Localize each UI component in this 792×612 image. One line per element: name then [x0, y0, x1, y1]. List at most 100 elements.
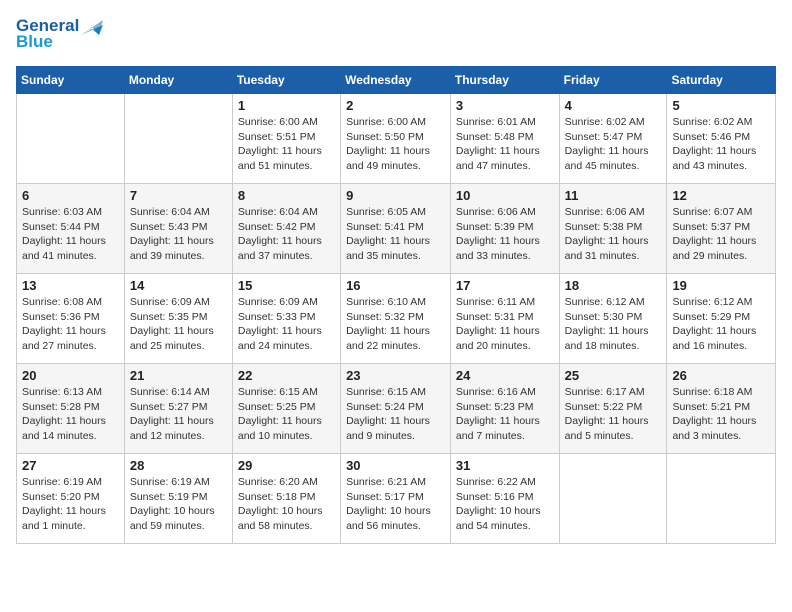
day-info: Sunrise: 6:13 AMSunset: 5:28 PMDaylight:…: [22, 385, 119, 444]
calendar-cell: 28 Sunrise: 6:19 AMSunset: 5:19 PMDayligh…: [124, 454, 232, 544]
day-header-wednesday: Wednesday: [341, 67, 451, 94]
day-number: 14: [130, 278, 227, 293]
calendar-header-row: SundayMondayTuesdayWednesdayThursdayFrid…: [17, 67, 776, 94]
day-number: 15: [238, 278, 335, 293]
calendar-cell: 14 Sunrise: 6:09 AMSunset: 5:35 PMDayligh…: [124, 274, 232, 364]
day-info: Sunrise: 6:04 AMSunset: 5:42 PMDaylight:…: [238, 205, 335, 264]
day-number: 4: [565, 98, 662, 113]
logo: General Blue: [16, 16, 103, 52]
day-info: Sunrise: 6:22 AMSunset: 5:16 PMDaylight:…: [456, 475, 554, 534]
calendar-cell: 13 Sunrise: 6:08 AMSunset: 5:36 PMDayligh…: [17, 274, 125, 364]
calendar-cell: 5 Sunrise: 6:02 AMSunset: 5:46 PMDaylight…: [667, 94, 776, 184]
day-info: Sunrise: 6:12 AMSunset: 5:30 PMDaylight:…: [565, 295, 662, 354]
logo-text-block: General Blue: [16, 16, 103, 52]
day-info: Sunrise: 6:01 AMSunset: 5:48 PMDaylight:…: [456, 115, 554, 174]
calendar-cell: 7 Sunrise: 6:04 AMSunset: 5:43 PMDaylight…: [124, 184, 232, 274]
calendar-cell: 25 Sunrise: 6:17 AMSunset: 5:22 PMDayligh…: [559, 364, 667, 454]
day-info: Sunrise: 6:19 AMSunset: 5:20 PMDaylight:…: [22, 475, 119, 534]
day-header-thursday: Thursday: [450, 67, 559, 94]
day-info: Sunrise: 6:17 AMSunset: 5:22 PMDaylight:…: [565, 385, 662, 444]
day-number: 28: [130, 458, 227, 473]
day-info: Sunrise: 6:10 AMSunset: 5:32 PMDaylight:…: [346, 295, 445, 354]
day-info: Sunrise: 6:11 AMSunset: 5:31 PMDaylight:…: [456, 295, 554, 354]
day-number: 24: [456, 368, 554, 383]
calendar-table: SundayMondayTuesdayWednesdayThursdayFrid…: [16, 66, 776, 544]
day-info: Sunrise: 6:09 AMSunset: 5:35 PMDaylight:…: [130, 295, 227, 354]
calendar-cell: 30Sunrise: 6:21 AMSunset: 5:17 PMDayligh…: [341, 454, 451, 544]
day-info: Sunrise: 6:08 AMSunset: 5:36 PMDaylight:…: [22, 295, 119, 354]
calendar-cell: 17 Sunrise: 6:11 AMSunset: 5:31 PMDayligh…: [450, 274, 559, 364]
day-info: Sunrise: 6:15 AMSunset: 5:25 PMDaylight:…: [238, 385, 335, 444]
calendar-cell: 24 Sunrise: 6:16 AMSunset: 5:23 PMDayligh…: [450, 364, 559, 454]
day-number: 10: [456, 188, 554, 203]
day-number: 25: [565, 368, 662, 383]
calendar-cell: 16 Sunrise: 6:10 AMSunset: 5:32 PMDayligh…: [341, 274, 451, 364]
day-header-saturday: Saturday: [667, 67, 776, 94]
day-info: Sunrise: 6:09 AMSunset: 5:33 PMDaylight:…: [238, 295, 335, 354]
calendar-cell: [667, 454, 776, 544]
calendar-cell: 31 Sunrise: 6:22 AMSunset: 5:16 PMDayligh…: [450, 454, 559, 544]
calendar-cell: 18 Sunrise: 6:12 AMSunset: 5:30 PMDayligh…: [559, 274, 667, 364]
day-info: Sunrise: 6:06 AMSunset: 5:39 PMDaylight:…: [456, 205, 554, 264]
day-info: Sunrise: 6:16 AMSunset: 5:23 PMDaylight:…: [456, 385, 554, 444]
calendar-week-row: 1 Sunrise: 6:00 AMSunset: 5:51 PMDaylight…: [17, 94, 776, 184]
calendar-cell: 6Sunrise: 6:03 AMSunset: 5:44 PMDaylight…: [17, 184, 125, 274]
calendar-cell: 9Sunrise: 6:05 AMSunset: 5:41 PMDaylight…: [341, 184, 451, 274]
calendar-cell: 1 Sunrise: 6:00 AMSunset: 5:51 PMDaylight…: [232, 94, 340, 184]
calendar-cell: 27 Sunrise: 6:19 AMSunset: 5:20 PMDayligh…: [17, 454, 125, 544]
day-number: 3: [456, 98, 554, 113]
day-info: Sunrise: 6:19 AMSunset: 5:19 PMDaylight:…: [130, 475, 227, 534]
day-number: 1: [238, 98, 335, 113]
day-number: 19: [672, 278, 770, 293]
day-info: Sunrise: 6:00 AMSunset: 5:51 PMDaylight:…: [238, 115, 335, 174]
calendar-cell: 8 Sunrise: 6:04 AMSunset: 5:42 PMDaylight…: [232, 184, 340, 274]
day-number: 7: [130, 188, 227, 203]
calendar-week-row: 20 Sunrise: 6:13 AMSunset: 5:28 PMDayligh…: [17, 364, 776, 454]
day-number: 8: [238, 188, 335, 203]
day-info: Sunrise: 6:03 AMSunset: 5:44 PMDaylight:…: [22, 205, 119, 264]
day-number: 5: [672, 98, 770, 113]
day-info: Sunrise: 6:18 AMSunset: 5:21 PMDaylight:…: [672, 385, 770, 444]
day-info: Sunrise: 6:07 AMSunset: 5:37 PMDaylight:…: [672, 205, 770, 264]
calendar-cell: 3 Sunrise: 6:01 AMSunset: 5:48 PMDaylight…: [450, 94, 559, 184]
day-info: Sunrise: 6:12 AMSunset: 5:29 PMDaylight:…: [672, 295, 770, 354]
calendar-cell: 2 Sunrise: 6:00 AMSunset: 5:50 PMDaylight…: [341, 94, 451, 184]
day-number: 17: [456, 278, 554, 293]
day-number: 13: [22, 278, 119, 293]
calendar-cell: [559, 454, 667, 544]
day-info: Sunrise: 6:05 AMSunset: 5:41 PMDaylight:…: [346, 205, 445, 264]
day-number: 18: [565, 278, 662, 293]
day-info: Sunrise: 6:15 AMSunset: 5:24 PMDaylight:…: [346, 385, 445, 444]
day-number: 11: [565, 188, 662, 203]
calendar-cell: 20 Sunrise: 6:13 AMSunset: 5:28 PMDayligh…: [17, 364, 125, 454]
day-info: Sunrise: 6:04 AMSunset: 5:43 PMDaylight:…: [130, 205, 227, 264]
day-number: 26: [672, 368, 770, 383]
logo-bird-icon: [81, 17, 103, 35]
day-number: 29: [238, 458, 335, 473]
day-header-friday: Friday: [559, 67, 667, 94]
day-number: 2: [346, 98, 445, 113]
day-number: 16: [346, 278, 445, 293]
day-number: 30: [346, 458, 445, 473]
calendar-week-row: 27 Sunrise: 6:19 AMSunset: 5:20 PMDayligh…: [17, 454, 776, 544]
calendar-week-row: 6Sunrise: 6:03 AMSunset: 5:44 PMDaylight…: [17, 184, 776, 274]
calendar-cell: 26 Sunrise: 6:18 AMSunset: 5:21 PMDayligh…: [667, 364, 776, 454]
day-info: Sunrise: 6:00 AMSunset: 5:50 PMDaylight:…: [346, 115, 445, 174]
day-info: Sunrise: 6:14 AMSunset: 5:27 PMDaylight:…: [130, 385, 227, 444]
day-number: 31: [456, 458, 554, 473]
day-info: Sunrise: 6:02 AMSunset: 5:47 PMDaylight:…: [565, 115, 662, 174]
calendar-cell: 11Sunrise: 6:06 AMSunset: 5:38 PMDayligh…: [559, 184, 667, 274]
calendar-cell: 10 Sunrise: 6:06 AMSunset: 5:39 PMDayligh…: [450, 184, 559, 274]
calendar-cell: 19 Sunrise: 6:12 AMSunset: 5:29 PMDayligh…: [667, 274, 776, 364]
day-header-tuesday: Tuesday: [232, 67, 340, 94]
day-info: Sunrise: 6:20 AMSunset: 5:18 PMDaylight:…: [238, 475, 335, 534]
calendar-cell: [124, 94, 232, 184]
day-number: 21: [130, 368, 227, 383]
calendar-cell: 22 Sunrise: 6:15 AMSunset: 5:25 PMDayligh…: [232, 364, 340, 454]
calendar-cell: 4 Sunrise: 6:02 AMSunset: 5:47 PMDaylight…: [559, 94, 667, 184]
calendar-cell: 12Sunrise: 6:07 AMSunset: 5:37 PMDayligh…: [667, 184, 776, 274]
day-number: 22: [238, 368, 335, 383]
day-number: 27: [22, 458, 119, 473]
day-number: 20: [22, 368, 119, 383]
day-info: Sunrise: 6:02 AMSunset: 5:46 PMDaylight:…: [672, 115, 770, 174]
